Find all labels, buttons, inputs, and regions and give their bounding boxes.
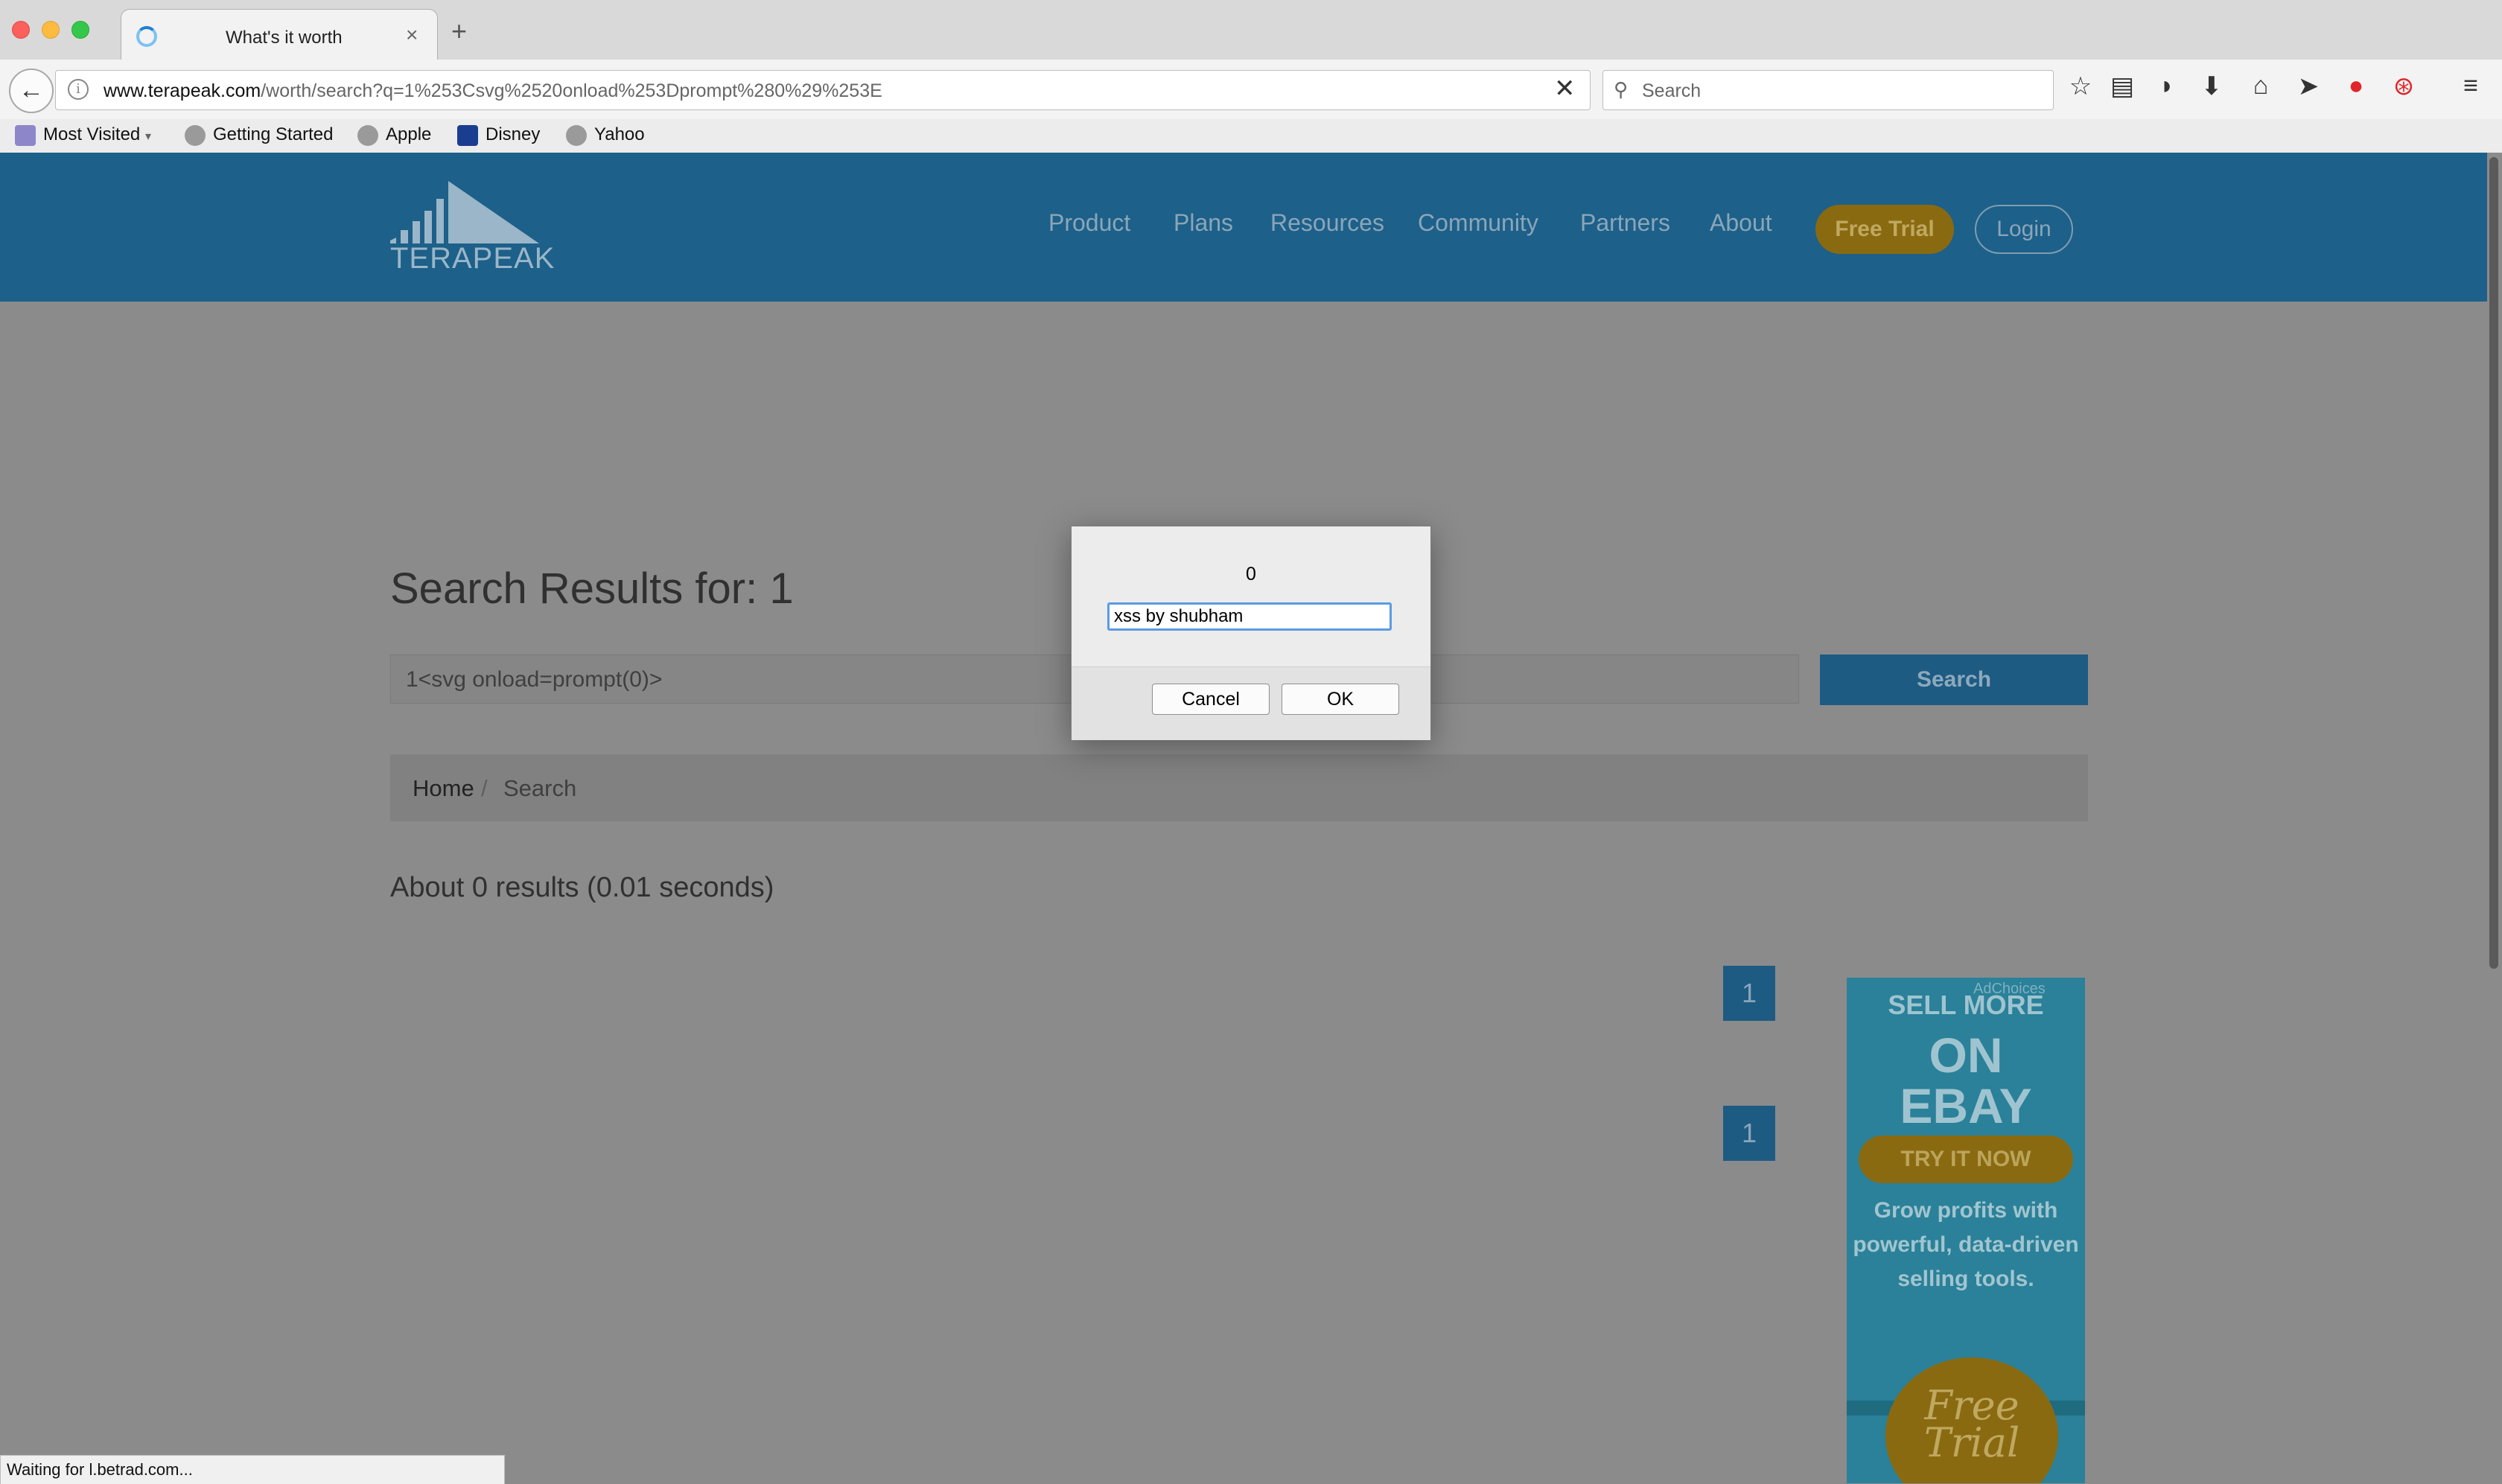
- close-window-button[interactable]: [12, 21, 30, 39]
- search-button[interactable]: Search: [1820, 655, 2088, 705]
- back-button[interactable]: ←: [9, 69, 54, 113]
- ad-headline-2: ON: [1929, 1028, 2003, 1083]
- dialog-footer: Cancel OK: [1072, 666, 1430, 740]
- globe-icon: [566, 124, 587, 146]
- nav-community[interactable]: Community: [1418, 209, 1538, 237]
- url-host: www.terapeak.com: [104, 80, 261, 101]
- pocket-icon[interactable]: ◗: [2151, 71, 2183, 101]
- breadcrumb-separator: /: [481, 775, 488, 801]
- search-placeholder: Search: [1642, 80, 1702, 101]
- dialog-message: 0: [1246, 564, 1256, 585]
- chevron-down-icon: ▾: [144, 130, 151, 143]
- folder-icon: [15, 124, 36, 146]
- alert-icon[interactable]: ●: [2340, 71, 2372, 101]
- page-content: TERAPEAK Product Plans Resources Communi…: [0, 153, 2502, 1483]
- tab-title: What's it worth: [226, 28, 343, 48]
- menu-icon[interactable]: ≡: [2454, 71, 2487, 101]
- nav-resources[interactable]: Resources: [1270, 209, 1384, 237]
- page-title: Search Results for: 1: [390, 564, 794, 613]
- breadcrumb: Home / Search: [390, 754, 2088, 821]
- free-trial-button[interactable]: Free Trial: [1815, 205, 1954, 254]
- home-icon[interactable]: ⌂: [2244, 71, 2277, 101]
- zoom-window-button[interactable]: [71, 21, 89, 39]
- status-text: Waiting for l.betrad.com...: [7, 1460, 193, 1479]
- globe-icon: [357, 124, 378, 146]
- reader-list-icon[interactable]: ▤: [2106, 71, 2139, 101]
- site-info-icon[interactable]: i: [68, 79, 89, 100]
- search-icon: ⚲: [1614, 78, 1629, 101]
- bookmark-yahoo[interactable]: Yahoo: [566, 124, 645, 146]
- navigation-toolbar: ← i www.terapeak.com/worth/search?q=1%25…: [0, 60, 2502, 120]
- cancel-button[interactable]: Cancel: [1152, 684, 1270, 715]
- prompt-dialog: 0 Cancel OK: [1071, 526, 1431, 740]
- login-button[interactable]: Login: [1975, 205, 2073, 254]
- status-bar: Waiting for l.betrad.com...: [0, 1455, 505, 1484]
- pagination-page-top[interactable]: 1: [1723, 966, 1775, 1021]
- stop-loading-icon[interactable]: ✕: [1554, 74, 1576, 104]
- ad-try-button[interactable]: TRY IT NOW: [1859, 1136, 2073, 1183]
- page-scrollbar[interactable]: [2487, 153, 2502, 1483]
- bookmark-apple[interactable]: Apple: [357, 124, 431, 146]
- search-input-value: 1<svg onload=prompt(0)>: [406, 667, 663, 692]
- tab-strip: What's it worth × +: [0, 0, 2502, 60]
- bookmark-getting-started[interactable]: Getting Started: [185, 124, 333, 146]
- browser-search-bar[interactable]: ⚲ Search: [1602, 70, 2054, 110]
- terapeak-logo-icon[interactable]: [390, 181, 539, 243]
- url-text[interactable]: www.terapeak.com/worth/search?q=1%253Csv…: [104, 80, 882, 102]
- url-bar[interactable]: i www.terapeak.com/worth/search?q=1%253C…: [55, 70, 1591, 110]
- send-icon[interactable]: ➤: [2292, 71, 2325, 101]
- ad-badge-line2: Trial: [1923, 1419, 2020, 1466]
- bookmark-most-visited[interactable]: Most Visited ▾: [15, 124, 151, 146]
- minimize-window-button[interactable]: [42, 21, 60, 39]
- browser-chrome: What's it worth × + ← i www.terapeak.com…: [0, 0, 2502, 153]
- ad-body-text: Grow profits with powerful, data-driven …: [1853, 1198, 2079, 1291]
- loading-spinner-icon: [136, 26, 157, 47]
- browser-tab[interactable]: What's it worth ×: [121, 9, 438, 60]
- pagination-page-bottom[interactable]: 1: [1723, 1106, 1775, 1161]
- nav-product[interactable]: Product: [1048, 209, 1130, 237]
- disney-icon: [457, 124, 478, 146]
- globe-icon: [185, 124, 206, 146]
- site-header: TERAPEAK Product Plans Resources Communi…: [0, 153, 2487, 302]
- downloads-icon[interactable]: ⬇: [2195, 71, 2228, 101]
- ok-button[interactable]: OK: [1282, 684, 1399, 715]
- nav-partners[interactable]: Partners: [1580, 209, 1670, 237]
- ad-headline-3: EBAY: [1900, 1078, 2032, 1133]
- logo-text[interactable]: TERAPEAK: [390, 242, 555, 276]
- results-count: About 0 results (0.01 seconds): [390, 872, 774, 903]
- new-tab-icon[interactable]: +: [451, 18, 467, 45]
- ad-free-trial-badge[interactable]: Free Trial: [1885, 1357, 2058, 1483]
- bookmarks-toolbar: Most Visited ▾ Getting Started Apple Dis…: [0, 119, 2502, 153]
- breadcrumb-current: Search: [503, 775, 577, 801]
- bookmark-star-icon[interactable]: ☆: [2064, 71, 2097, 101]
- advertisement[interactable]: AdChoices SELL MORE ON EBAY TRY IT NOW G…: [1847, 978, 2085, 1483]
- extension-icon[interactable]: ⊛: [2387, 71, 2420, 101]
- dialog-text-input[interactable]: [1107, 602, 1392, 631]
- tab-close-icon[interactable]: ×: [406, 23, 418, 47]
- nav-plans[interactable]: Plans: [1174, 209, 1233, 237]
- bookmark-disney[interactable]: Disney: [457, 124, 540, 146]
- ad-headline-1: SELL MORE: [1888, 990, 2044, 1020]
- breadcrumb-home[interactable]: Home: [413, 775, 474, 802]
- url-path: /worth/search?q=1%253Csvg%2520onload%253…: [261, 80, 882, 101]
- nav-about[interactable]: About: [1710, 209, 1772, 237]
- scrollbar-thumb[interactable]: [2489, 157, 2498, 969]
